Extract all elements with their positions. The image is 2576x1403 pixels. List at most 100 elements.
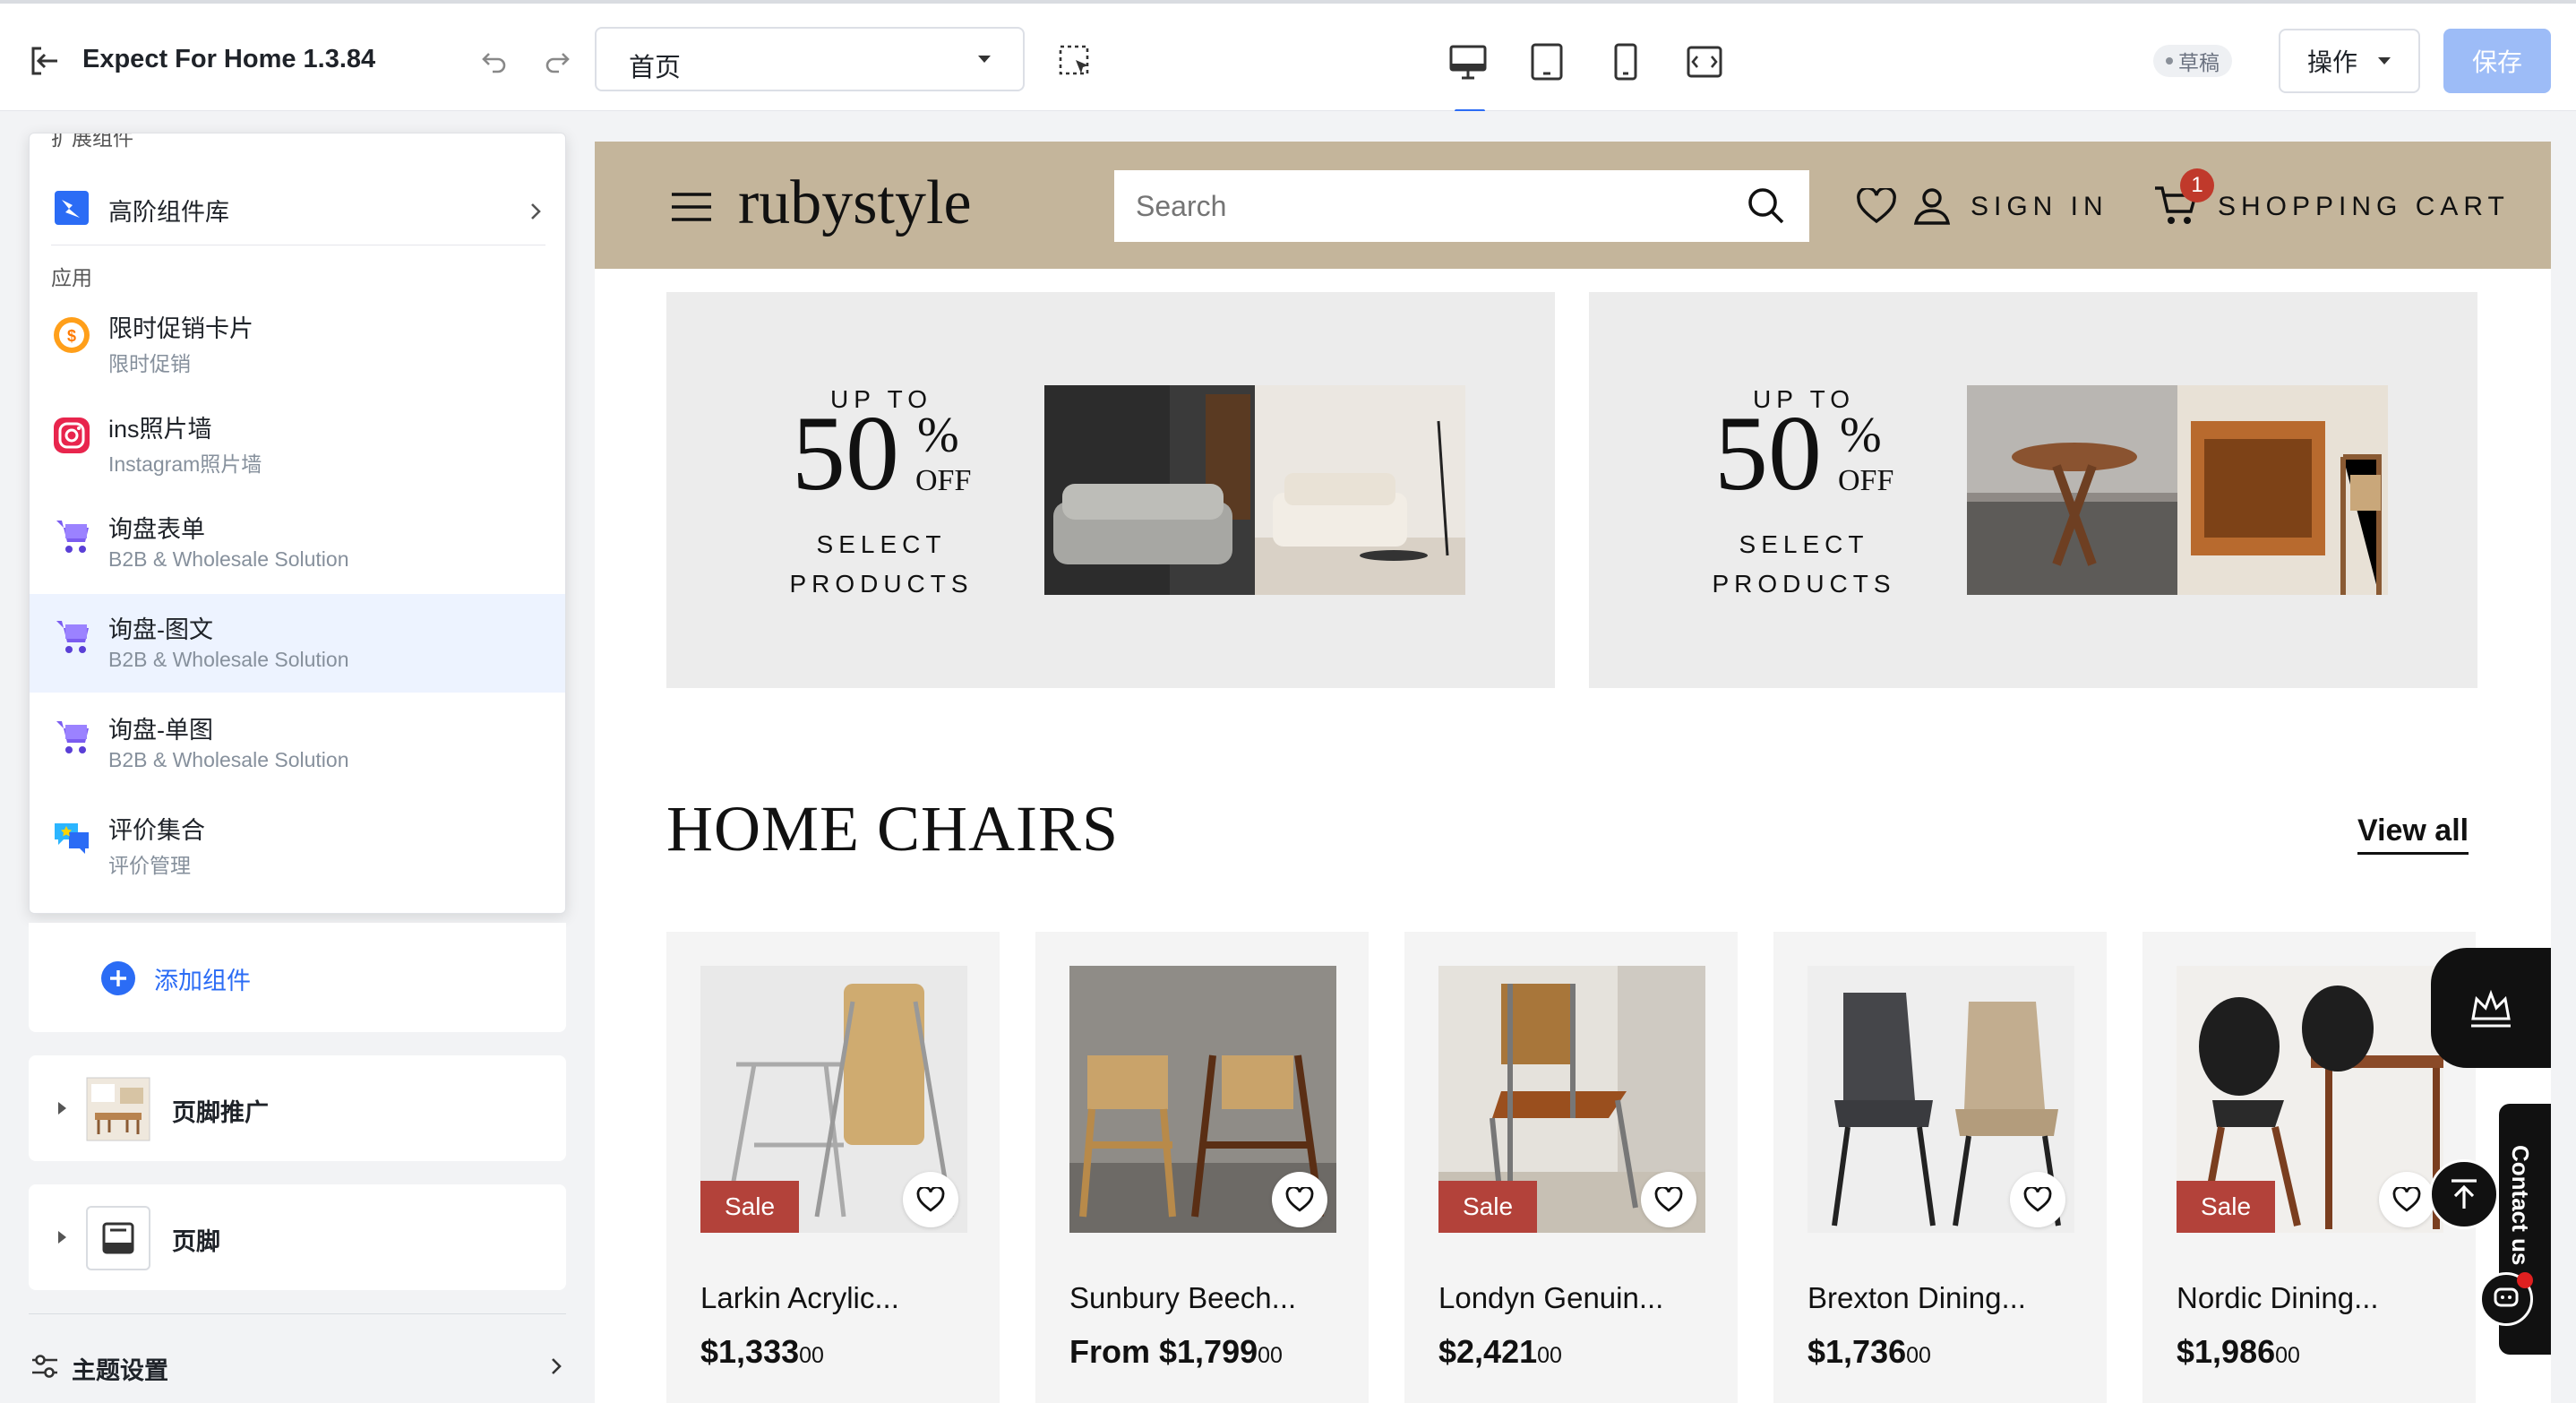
- fullscreen-button[interactable]: [1682, 39, 1727, 84]
- banner-select: SELECT: [816, 530, 947, 558]
- page-select[interactable]: 首页: [595, 27, 1025, 91]
- banner-select: SELECT: [1739, 530, 1869, 558]
- exit-icon: [31, 47, 57, 75]
- product-card[interactable]: Sale Nordic Dining... $1,98600: [2142, 932, 2476, 1403]
- exit-button[interactable]: [29, 43, 61, 79]
- plus-circle-icon: [101, 961, 135, 995]
- wishlist-button[interactable]: [903, 1172, 958, 1227]
- product-price: $2,42100: [1438, 1333, 1562, 1371]
- store-logo[interactable]: rubystyle: [738, 168, 972, 237]
- banner-products: PRODUCTS: [789, 570, 974, 598]
- hamburger-menu-icon[interactable]: [670, 192, 713, 222]
- price-cents: 00: [1906, 1343, 1931, 1368]
- wishlist-button[interactable]: [2010, 1172, 2065, 1227]
- save-button[interactable]: 保存: [2443, 29, 2551, 93]
- back-to-top-button[interactable]: [2429, 1159, 2499, 1229]
- advanced-component-library[interactable]: 高阶组件库: [30, 162, 565, 252]
- component-library-icon: [55, 191, 89, 225]
- sale-badge: Sale: [1438, 1181, 1537, 1233]
- menu-item-flash-sale-card[interactable]: $ 限时促销卡片 限时促销: [30, 293, 565, 392]
- banner-furniture-photo: [1967, 385, 2388, 595]
- undo-button[interactable]: [477, 43, 512, 79]
- banner-products: PRODUCTS: [1712, 570, 1896, 598]
- banner-percent-number: 50: [792, 393, 899, 512]
- component-picker-panel: 扩展组件 高阶组件库 应用 $ 限时促销卡片 限时促销 ins照片墙 Insta…: [29, 133, 566, 914]
- product-card[interactable]: Sunbury Beech... From $1,79900: [1035, 932, 1369, 1403]
- mobile-view-button[interactable]: [1603, 39, 1648, 84]
- fullscreen-icon: [1687, 46, 1722, 78]
- product-name[interactable]: Londyn Genuin...: [1438, 1281, 1663, 1315]
- heart-icon: [2023, 1187, 2052, 1212]
- menu-item-inquiry-image-text[interactable]: 询盘-图文 B2B & Wholesale Solution: [30, 594, 565, 693]
- add-component-label: 添加组件: [154, 967, 251, 994]
- cart-count-badge: 1: [2180, 168, 2214, 202]
- status-dot: [2166, 57, 2173, 65]
- select-element-button[interactable]: [1057, 43, 1095, 81]
- wishlist-button[interactable]: [1641, 1172, 1696, 1227]
- wishlist-heart-icon[interactable]: [1856, 188, 1897, 224]
- notification-dot: [2517, 1272, 2533, 1288]
- membership-widget[interactable]: [2431, 948, 2551, 1068]
- wishlist-button[interactable]: [1272, 1172, 1327, 1227]
- tablet-view-button[interactable]: [1524, 39, 1569, 84]
- product-name[interactable]: Nordic Dining...: [2177, 1281, 2379, 1315]
- shopping-cart-link[interactable]: SHOPPING CART: [2218, 192, 2510, 222]
- item-subtitle: 评价管理: [108, 854, 191, 877]
- item-title: 限时促销卡片: [108, 315, 253, 342]
- menu-item-inquiry-single-image[interactable]: 询盘-单图 B2B & Wholesale Solution: [30, 694, 565, 793]
- product-price: $1,73600: [1807, 1333, 1931, 1371]
- crown-icon: [2471, 989, 2511, 1028]
- editor-toolbar: Expect For Home 1.3.84 首页 草稿 操作 保存: [0, 0, 2576, 115]
- product-card[interactable]: Sale Larkin Acrylic... $1,33300: [666, 932, 1000, 1403]
- sale-badge: Sale: [700, 1181, 799, 1233]
- product-card[interactable]: Sale Londyn Genuin... $2,42100: [1404, 932, 1738, 1403]
- item-title: 询盘表单: [108, 516, 205, 543]
- product-card[interactable]: Brexton Dining... $1,73600: [1773, 932, 2107, 1403]
- item-title: 评价集合: [108, 817, 205, 844]
- item-subtitle: B2B & Wholesale Solution: [108, 648, 349, 671]
- instagram-icon: [54, 417, 90, 453]
- menu-item-inquiry-form[interactable]: 询盘表单 B2B & Wholesale Solution: [30, 494, 565, 592]
- theme-settings-label: 主题设置: [72, 1357, 168, 1384]
- item-subtitle: B2B & Wholesale Solution: [108, 547, 349, 571]
- item-title: 询盘-图文: [108, 616, 213, 643]
- redo-button[interactable]: [539, 43, 575, 79]
- review-icon: [55, 823, 89, 854]
- search-icon[interactable]: [1747, 186, 1786, 226]
- item-title: 询盘-单图: [108, 717, 213, 744]
- desktop-icon: [1449, 45, 1487, 80]
- contact-us-label: Contact us: [2507, 1145, 2534, 1266]
- cart-icon: [56, 621, 89, 653]
- actions-dropdown[interactable]: 操作: [2279, 29, 2420, 93]
- price-main: $1,736: [1807, 1333, 1907, 1370]
- wishlist-button[interactable]: [2379, 1172, 2434, 1227]
- desktop-view-button[interactable]: [1446, 39, 1490, 84]
- sale-badge: Sale: [2177, 1181, 2275, 1233]
- product-name[interactable]: Brexton Dining...: [1807, 1281, 2026, 1315]
- user-icon[interactable]: [1913, 186, 1951, 226]
- cart-icon: [56, 721, 89, 753]
- product-name[interactable]: Sunbury Beech...: [1069, 1281, 1296, 1315]
- store-search-input[interactable]: [1114, 170, 1741, 242]
- menu-item-reviews[interactable]: 评价集合 评价管理: [30, 795, 565, 893]
- theme-settings-button[interactable]: 主题设置: [29, 1344, 566, 1389]
- tablet-icon: [1531, 43, 1563, 81]
- view-all-link[interactable]: View all: [2357, 813, 2469, 855]
- menu-item-instagram-wall[interactable]: ins照片墙 Instagram照片墙: [30, 393, 565, 492]
- store-search-box: [1114, 170, 1809, 242]
- status-badge: 草稿: [2153, 45, 2232, 77]
- item-subtitle: 限时促销: [108, 352, 191, 375]
- section-footer-promo[interactable]: 页脚推广: [29, 1055, 566, 1161]
- promo-banner-2[interactable]: UP TO 50 % OFF SELECT PRODUCTS: [1589, 292, 2477, 688]
- section-footer[interactable]: 页脚: [29, 1184, 566, 1290]
- banner-off-label: OFF: [915, 464, 972, 497]
- sign-in-link[interactable]: SIGN IN: [1971, 192, 2108, 222]
- add-component-button[interactable]: 添加组件: [100, 960, 251, 996]
- promo-banner-1[interactable]: UP TO 50 % OFF SELECT PRODUCTS: [666, 292, 1555, 688]
- section-apps-heading: 应用: [51, 266, 92, 289]
- heart-icon: [916, 1187, 945, 1212]
- product-name[interactable]: Larkin Acrylic...: [700, 1281, 899, 1315]
- item-title: ins照片墙: [108, 416, 212, 443]
- chevron-down-icon: [978, 56, 991, 63]
- cart-icon: [56, 521, 89, 553]
